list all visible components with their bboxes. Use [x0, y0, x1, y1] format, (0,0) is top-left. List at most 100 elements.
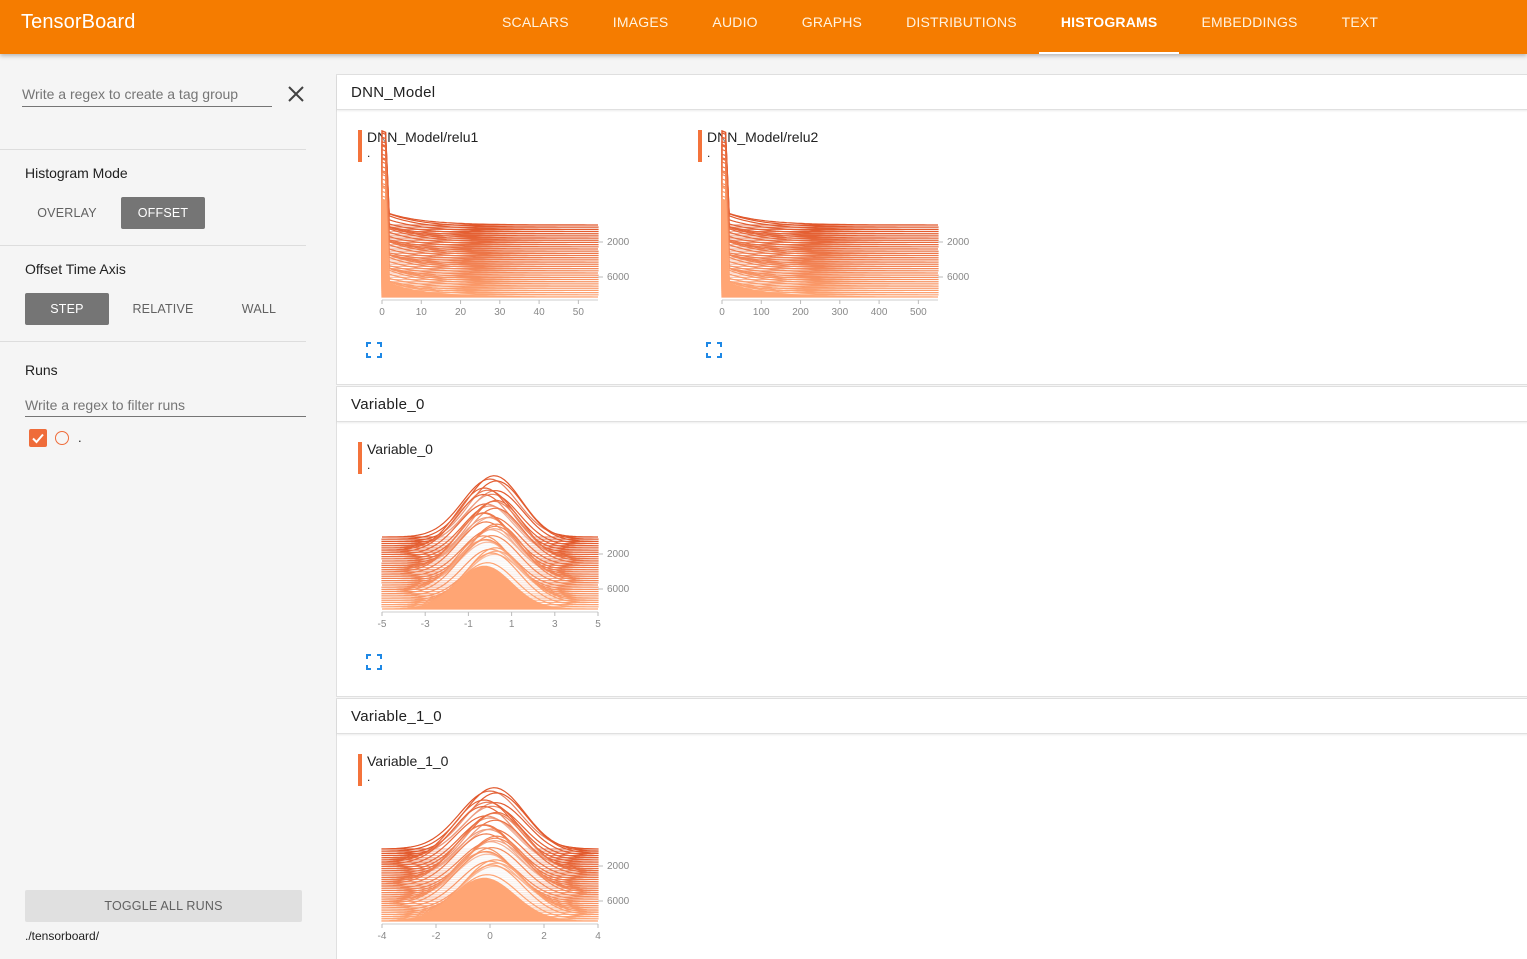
tab-distributions[interactable]: DISTRIBUTIONS: [884, 0, 1039, 54]
relative-axis-button[interactable]: RELATIVE: [121, 293, 205, 325]
x-tick-label: -3: [421, 619, 430, 630]
x-tick-label: 40: [534, 307, 546, 318]
tag-group-regex-input[interactable]: [22, 81, 272, 107]
histogram-mode-label: Histogram Mode: [25, 165, 128, 181]
x-tick-label: 500: [910, 307, 927, 318]
histogram-layer: [721, 136, 939, 233]
run-color-bar: [358, 442, 362, 474]
histogram-card: DNN_Model/relu1 . 2000 6000 0 10 20 30 40 50: [337, 110, 637, 358]
run-checkbox[interactable]: [29, 429, 47, 447]
histogram-layer: [721, 131, 939, 230]
histogram-layers: [381, 475, 599, 610]
y-tick-label: 2000: [607, 861, 630, 872]
x-tick-label: -4: [378, 931, 387, 942]
tab-audio[interactable]: AUDIO: [690, 0, 779, 54]
tag-group-header[interactable]: Variable_0: [337, 387, 1527, 422]
card-title: Variable_1_0: [367, 753, 449, 769]
histogram-card: Variable_0 . 2000 6000 -5 -3 -1 1 3 5: [337, 422, 637, 670]
tag-group-title: Variable_1_0: [351, 708, 442, 725]
tab-histograms[interactable]: HISTOGRAMS: [1038, 0, 1180, 54]
toggle-all-runs-button[interactable]: TOGGLE ALL RUNS: [25, 890, 302, 922]
run-name: .: [78, 430, 82, 445]
x-tick-label: 20: [455, 307, 467, 318]
tag-group: Variable_0 Variable_0 . 2000 6000 -5 -3 -1 1 3…: [336, 386, 1527, 697]
y-tick-label: 6000: [607, 584, 630, 595]
overlay-mode-button[interactable]: OVERLAY: [25, 197, 109, 229]
close-icon[interactable]: [284, 82, 308, 106]
histogram-layers: [721, 129, 939, 298]
runs-filter-input[interactable]: [25, 393, 306, 417]
card-run-name: .: [367, 458, 371, 472]
sidebar: Histogram Mode OVERLAY OFFSET Offset Tim…: [0, 54, 320, 959]
y-tick-label: 2000: [607, 549, 630, 560]
histogram-chart: 2000 6000 -4 -2 0 2 4: [378, 787, 630, 942]
histogram-layer: [381, 136, 599, 233]
y-tick-label: 6000: [607, 896, 630, 907]
runs-label: Runs: [25, 362, 58, 378]
x-tick-label: -5: [378, 619, 387, 630]
run-color-bar: [358, 754, 362, 786]
tag-group-header[interactable]: DNN_Model: [337, 75, 1527, 110]
histogram-chart: 2000 6000 0 10 20 30 40 50: [379, 129, 630, 318]
tag-group-title: DNN_Model: [351, 84, 436, 101]
x-tick-label: 0: [379, 307, 385, 318]
card-run-name: .: [367, 770, 371, 784]
y-tick-label: 6000: [607, 272, 630, 283]
top-app-bar: TensorBoard SCALARS IMAGES AUDIO GRAPHS …: [0, 0, 1527, 54]
fullscreen-icon[interactable]: [366, 654, 382, 670]
tab-embeddings[interactable]: EMBEDDINGS: [1179, 0, 1319, 54]
checkmark-icon: [32, 433, 44, 444]
histogram-card: Variable_1_0 . 2000 6000 -4 -2 0 2 4: [337, 734, 637, 959]
step-axis-button[interactable]: STEP: [25, 293, 109, 325]
x-tick-label: 3: [552, 619, 558, 630]
divider: [0, 245, 306, 246]
run-color-bar: [698, 130, 702, 162]
wall-axis-button[interactable]: WALL: [217, 293, 301, 325]
histogram-layers: [381, 787, 599, 922]
y-tick-label: 2000: [607, 237, 630, 248]
logdir-path: ./tensorboard/: [25, 929, 100, 943]
tag-group-header[interactable]: Variable_1_0: [337, 699, 1527, 734]
run-color-swatch[interactable]: [55, 431, 69, 445]
fullscreen-icon[interactable]: [706, 342, 722, 358]
tab-text[interactable]: TEXT: [1320, 0, 1401, 54]
x-tick-label: -1: [464, 619, 473, 630]
fullscreen-icon[interactable]: [366, 342, 382, 358]
offset-time-axis-label: Offset Time Axis: [25, 261, 126, 277]
x-tick-label: 4: [595, 931, 601, 942]
card-run-name: .: [707, 146, 711, 160]
histogram-layer: [381, 129, 599, 228]
y-tick-label: 6000: [947, 272, 970, 283]
divider: [0, 341, 306, 342]
histogram-layer: [381, 130, 598, 226]
histogram-card: DNN_Model/relu2 . 2000 6000 0 100 200 300 400 5…: [677, 110, 977, 358]
x-tick-label: 300: [831, 307, 848, 318]
histogram-layer: [381, 131, 599, 230]
y-tick-label: 2000: [947, 237, 970, 248]
histogram-layers: [381, 129, 599, 298]
offset-mode-button[interactable]: OFFSET: [121, 197, 205, 229]
x-tick-label: 10: [416, 307, 428, 318]
x-tick-label: 30: [494, 307, 506, 318]
x-tick-label: 200: [792, 307, 809, 318]
x-tick-label: 2: [541, 931, 547, 942]
divider: [0, 149, 306, 150]
tab-graphs[interactable]: GRAPHS: [780, 0, 884, 54]
x-tick-label: 50: [573, 307, 585, 318]
tab-scalars[interactable]: SCALARS: [480, 0, 591, 54]
app-title: TensorBoard: [21, 11, 136, 33]
x-tick-label: 5: [595, 619, 601, 630]
dashboard-tabs: SCALARS IMAGES AUDIO GRAPHS DISTRIBUTION…: [480, 0, 1400, 54]
x-tick-label: 0: [487, 931, 493, 942]
x-tick-label: 400: [871, 307, 888, 318]
x-tick-label: 100: [753, 307, 770, 318]
card-run-name: .: [367, 146, 371, 160]
x-tick-label: 1: [509, 619, 515, 630]
main-content: DNN_Model DNN_Model/relu1 . 2000 6000 0 10 2…: [336, 54, 1527, 959]
run-color-bar: [358, 130, 362, 162]
histogram-chart: 2000 6000 -5 -3 -1 1 3 5: [378, 475, 630, 630]
histogram-chart: 2000 6000 0 100 200 300 400 500: [719, 129, 970, 318]
card-title: Variable_0: [367, 441, 433, 457]
tab-images[interactable]: IMAGES: [591, 0, 691, 54]
histogram-layer: [721, 129, 939, 228]
